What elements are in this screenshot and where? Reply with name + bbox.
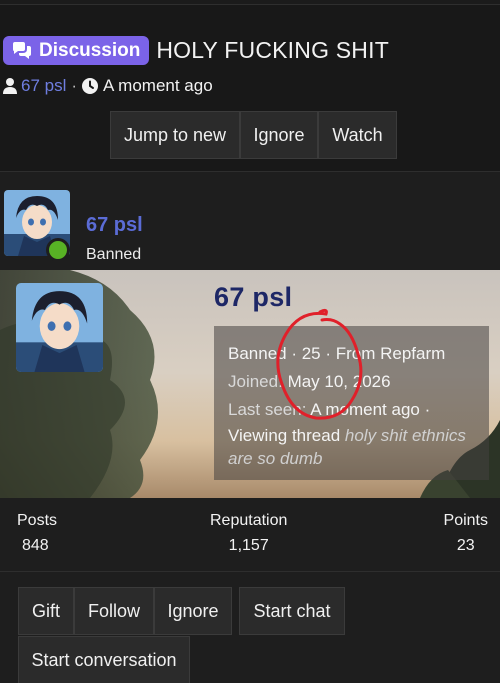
thread-header: Discussion HOLY FUCKING SHIT 67 psl · A … [0, 34, 500, 170]
chat-bubbles-icon [13, 41, 31, 59]
banner-avatar-image [16, 283, 103, 372]
stat-posts-value: 848 [22, 537, 49, 554]
ignore-thread-button[interactable]: Ignore [240, 111, 318, 159]
follow-button[interactable]: Follow [74, 587, 154, 635]
gift-button[interactable]: Gift [18, 587, 74, 635]
online-status-indicator [46, 238, 70, 262]
jump-to-new-button[interactable]: Jump to new [110, 111, 240, 159]
top-bar [0, 0, 500, 5]
stat-posts-label: Posts [17, 512, 58, 529]
user-icon [3, 78, 17, 94]
thread-meta: 67 psl · A moment ago [3, 76, 213, 96]
stat-points-label: Points [443, 512, 488, 529]
meta-separator: · [71, 76, 78, 95]
thread-time[interactable]: A moment ago [103, 76, 213, 96]
prefix-label: Discussion [39, 39, 141, 61]
clock-icon [82, 78, 99, 94]
stat-reputation[interactable]: Reputation 1,157 [210, 512, 287, 555]
stat-points-value: 23 [456, 537, 475, 554]
stat-reputation-value: 1,157 [228, 537, 269, 554]
member-card: 67 psl Banned 67 psl Banned · 25 · From … [0, 172, 500, 683]
start-conversation-button[interactable]: Start conversation [18, 636, 190, 683]
red-circle-annotation [276, 308, 363, 420]
stats-divider [0, 571, 500, 572]
watch-thread-button[interactable]: Watch [318, 111, 397, 159]
banner-avatar[interactable] [16, 283, 103, 372]
thread-author-link[interactable]: 67 psl [21, 76, 66, 96]
stat-reputation-label: Reputation [210, 512, 288, 529]
ignore-member-button[interactable]: Ignore [154, 587, 232, 635]
stat-points[interactable]: Points 23 [444, 512, 488, 555]
stat-posts[interactable]: Posts 848 [17, 512, 57, 555]
profile-banner: 67 psl Banned · 25 · From Repfarm Joined… [0, 270, 500, 498]
post-user-role: Banned [86, 246, 142, 263]
thread-action-buttons: Jump to new Ignore Watch [110, 111, 397, 159]
thread-title-row: Discussion HOLY FUCKING SHIT [3, 36, 389, 65]
post-username-link[interactable]: 67 psl [86, 214, 143, 237]
discussion-prefix-badge[interactable]: Discussion [3, 36, 150, 65]
member-stats: Posts 848 Reputation 1,157 Points 23 [0, 512, 500, 574]
thread-title: HOLY FUCKING SHIT [156, 37, 389, 63]
start-chat-button[interactable]: Start chat [239, 587, 345, 635]
